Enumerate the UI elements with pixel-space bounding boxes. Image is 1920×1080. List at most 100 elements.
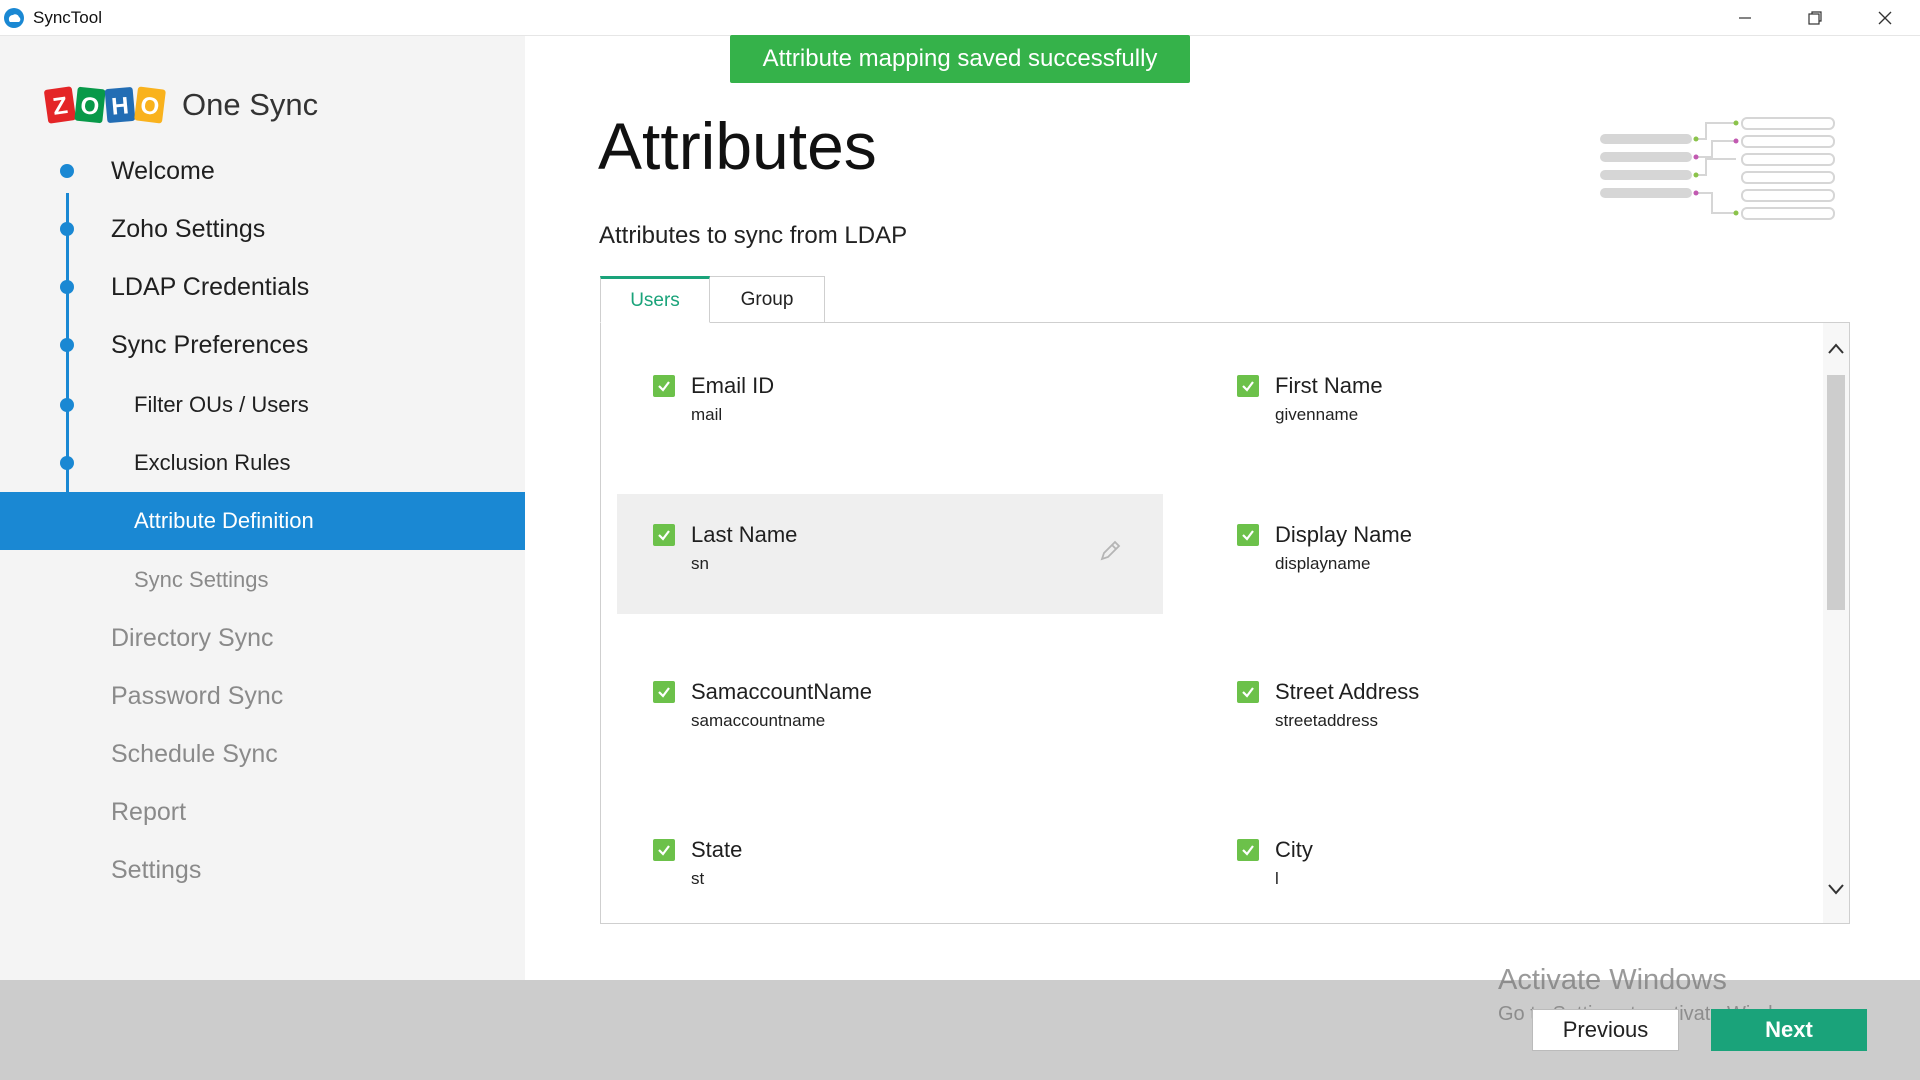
zoho-one-sync-logo: ZOHO One Sync [44, 82, 318, 128]
logo-tile: H [104, 87, 136, 123]
attribute-name: Street Address [1275, 679, 1420, 704]
page-title: Attributes [598, 109, 877, 183]
nav-item-label: LDAP Credentials [111, 272, 310, 301]
step-complete-dot-icon [60, 338, 74, 352]
nav-item-label: Welcome [111, 156, 215, 185]
step-complete-dot-icon [60, 456, 74, 470]
logo-tile: O [74, 86, 106, 124]
attribute-name: Display Name [1275, 522, 1412, 547]
attribute-item[interactable]: City l [1201, 809, 1747, 923]
nav-item-label: Sync Settings [134, 567, 269, 592]
nav-item-filter-ous-users[interactable]: Filter OUs / Users [0, 376, 525, 434]
ldap-attribute-name: displayname [1275, 554, 1371, 573]
tab-group[interactable]: Group [709, 276, 825, 323]
close-button[interactable] [1850, 0, 1920, 36]
nav-item-directory-sync[interactable]: Directory Sync [0, 609, 525, 667]
attribute-tabs: Users Group [600, 276, 825, 323]
close-icon [1878, 11, 1892, 25]
nav-item-exclusion-rules[interactable]: Exclusion Rules [0, 434, 525, 492]
attributes-panel: Email ID mail First Name givenname Last Name… [600, 322, 1850, 924]
attribute-checkbox[interactable] [1237, 839, 1259, 861]
nav-item-label: Attribute Definition [134, 508, 314, 533]
nav-item-ldap-credentials[interactable]: LDAP Credentials [0, 258, 525, 316]
nav-item-label: Directory Sync [111, 623, 274, 652]
scroll-up-icon[interactable] [1827, 341, 1845, 357]
nav-item-label: Password Sync [111, 681, 284, 710]
logo-tile: O [134, 86, 166, 124]
step-complete-dot-icon [60, 164, 74, 178]
success-toast: Attribute mapping saved successfully [730, 35, 1190, 83]
step-complete-dot-icon [60, 280, 74, 294]
checkmark-icon [1242, 530, 1254, 541]
checkmark-icon [1242, 687, 1254, 698]
nav-item-zoho-settings[interactable]: Zoho Settings [0, 200, 525, 258]
nav-item-label: Report [111, 797, 187, 826]
nav-item-password-sync[interactable]: Password Sync [0, 667, 525, 725]
nav-item-sync-preferences[interactable]: Sync Preferences [0, 316, 525, 374]
ldap-attribute-name: l [1275, 869, 1279, 888]
nav-item-attribute-definition[interactable]: Attribute Definition [0, 492, 525, 550]
nav-item-label: Exclusion Rules [134, 450, 291, 475]
minimize-button[interactable] [1710, 0, 1780, 36]
checkmark-icon [658, 687, 670, 698]
ldap-attribute-name: streetaddress [1275, 711, 1378, 730]
attribute-item[interactable]: Last Name sn [617, 494, 1163, 614]
checkmark-icon [658, 530, 670, 541]
scroll-down-icon[interactable] [1827, 881, 1845, 897]
checkmark-icon [1242, 845, 1254, 856]
attribute-item[interactable]: SamaccountName samaccountname [617, 651, 1163, 771]
attribute-name: SamaccountName [691, 679, 872, 704]
sidebar: ZOHO One Sync Welcome Zoho Settings LDAP C… [0, 36, 525, 980]
attribute-item[interactable]: State st [617, 809, 1163, 923]
tab-users[interactable]: Users [600, 276, 710, 323]
attribute-name: Last Name [691, 522, 798, 547]
ldap-attribute-name: sn [691, 554, 709, 573]
next-button[interactable]: Next [1711, 1009, 1867, 1051]
title-bar: SyncTool [0, 0, 1920, 36]
zoho-logo-icon: ZOHO [44, 86, 166, 124]
attribute-checkbox[interactable] [653, 375, 675, 397]
window-controls [1710, 0, 1920, 36]
ldap-attribute-name: mail [691, 405, 723, 424]
step-complete-dot-icon [60, 398, 74, 412]
attribute-item[interactable]: Display Name displayname [1201, 494, 1747, 614]
checkmark-icon [658, 381, 670, 392]
attribute-checkbox[interactable] [653, 681, 675, 703]
attribute-item[interactable]: First Name givenname [1201, 345, 1747, 465]
attribute-checkbox[interactable] [653, 524, 675, 546]
nav-item-label: Settings [111, 855, 202, 884]
attribute-name: First Name [1275, 373, 1383, 398]
vertical-scrollbar[interactable] [1823, 323, 1849, 923]
scrollbar-thumb[interactable] [1827, 375, 1845, 610]
product-name: One Sync [182, 87, 319, 122]
attribute-name: State [691, 837, 743, 862]
previous-button[interactable]: Previous [1532, 1009, 1679, 1051]
attribute-checkbox[interactable] [653, 839, 675, 861]
attribute-checkbox[interactable] [1237, 524, 1259, 546]
logo-tile: Z [44, 86, 76, 124]
nav-item-settings[interactable]: Settings [0, 841, 525, 899]
nav-item-label: Schedule Sync [111, 739, 278, 768]
nav-item-sync-settings[interactable]: Sync Settings [0, 551, 525, 609]
nav-item-schedule-sync[interactable]: Schedule Sync [0, 725, 525, 783]
svg-text:H: H [110, 92, 130, 120]
page-subtitle: Attributes to sync from LDAP [599, 222, 908, 249]
nav-item-label: Sync Preferences [111, 330, 309, 359]
attribute-checkbox[interactable] [1237, 375, 1259, 397]
nav-item-label: Zoho Settings [111, 214, 266, 243]
restore-icon [1808, 11, 1822, 25]
step-complete-dot-icon [60, 222, 74, 236]
nav-item-report[interactable]: Report [0, 783, 525, 841]
attribute-name: City [1275, 837, 1313, 862]
attribute-checkbox[interactable] [1237, 681, 1259, 703]
ldap-attribute-name: st [691, 869, 705, 888]
pencil-edit-icon[interactable] [1097, 538, 1123, 564]
attribute-item[interactable]: Email ID mail [617, 345, 1163, 465]
svg-text:O: O [139, 92, 161, 121]
restore-button[interactable] [1780, 0, 1850, 36]
attribute-item[interactable]: Street Address streetaddress [1201, 651, 1747, 771]
window-title: SyncTool [33, 7, 102, 27]
attribute-name: Email ID [691, 373, 775, 398]
nav-item-label: Filter OUs / Users [134, 392, 309, 417]
nav-item-welcome[interactable]: Welcome [0, 142, 525, 200]
